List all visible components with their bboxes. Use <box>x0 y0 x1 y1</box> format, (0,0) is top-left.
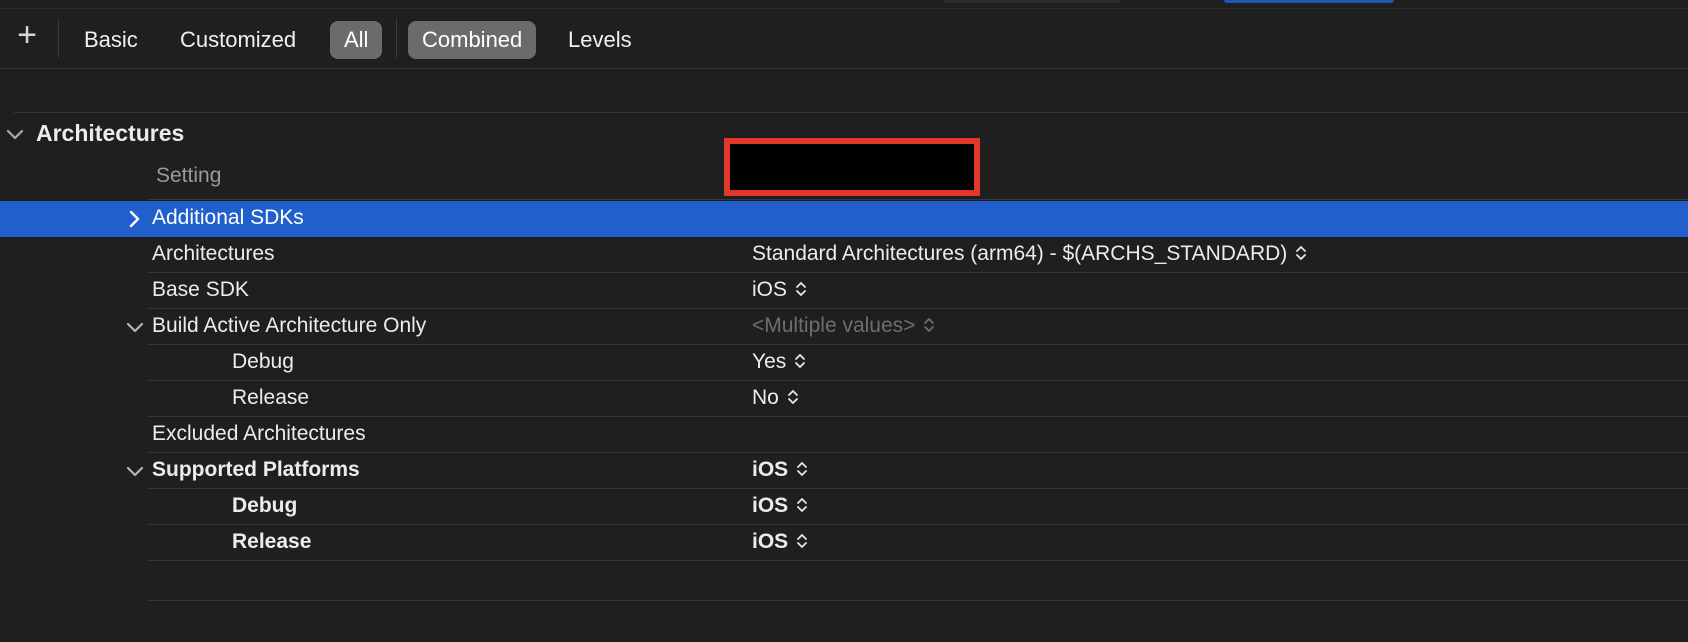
setting-value[interactable]: iOS <box>752 494 808 518</box>
setting-label: Base SDK <box>152 278 249 301</box>
setting-value[interactable]: iOS <box>752 278 807 302</box>
chevron-down-icon[interactable] <box>126 465 144 479</box>
setting-value[interactable]: iOS <box>752 530 808 554</box>
chevron-down-icon[interactable] <box>126 321 144 335</box>
plus-icon: + <box>17 16 37 54</box>
top-search-field-edge <box>944 0 1120 3</box>
setting-row-supported-platforms-debug[interactable]: Debug iOS <box>148 489 1688 525</box>
setting-value[interactable]: Standard Architectures (arm64) - $(ARCHS… <box>752 242 1307 266</box>
setting-row-supported-platforms-release[interactable]: Release iOS <box>148 525 1688 561</box>
column-header-setting: Setting <box>156 164 222 187</box>
setting-value[interactable]: <Multiple values> <box>752 314 935 338</box>
setting-label: Debug <box>232 494 298 517</box>
setting-value[interactable]: Yes <box>752 350 806 374</box>
stepper-icon <box>1296 246 1307 260</box>
stepper-icon <box>797 462 808 476</box>
setting-label: Build Active Architecture Only <box>152 314 427 337</box>
top-accent-button-edge <box>1224 0 1394 3</box>
setting-label: Additional SDKs <box>152 206 304 229</box>
stepper-icon <box>797 498 808 512</box>
section-top-divider <box>14 112 1688 113</box>
tab-all[interactable]: All <box>330 21 383 59</box>
redacted-column-header <box>724 138 980 196</box>
add-setting-button[interactable]: + <box>12 18 42 52</box>
tab-customized[interactable]: Customized <box>166 21 310 59</box>
header-bottom-divider <box>148 199 1688 200</box>
setting-label: Supported Platforms <box>152 458 360 481</box>
toolbar-bottom-divider <box>0 68 1688 69</box>
setting-row-base-sdk[interactable]: Base SDK iOS <box>148 273 1688 309</box>
table-bottom-divider <box>148 600 1688 601</box>
setting-value[interactable]: iOS <box>752 458 808 482</box>
tab-combined[interactable]: Combined <box>408 21 537 59</box>
stepper-icon <box>924 318 935 332</box>
setting-row-debug[interactable]: Debug Yes <box>148 345 1688 381</box>
section-title: Architectures <box>36 120 185 146</box>
stepper-icon <box>795 354 806 368</box>
stepper-icon <box>796 282 806 296</box>
setting-label: Debug <box>232 350 294 373</box>
setting-row-excluded-architectures[interactable]: Excluded Architectures <box>148 417 1688 453</box>
setting-row-release[interactable]: Release No <box>148 381 1688 417</box>
section-collapse-chevron-icon[interactable] <box>6 128 24 142</box>
stepper-icon <box>797 534 808 548</box>
setting-value[interactable]: No <box>752 386 799 410</box>
tab-basic[interactable]: Basic <box>70 21 152 59</box>
setting-row-additional-sdks[interactable]: Additional SDKs <box>0 201 1688 237</box>
top-divider <box>0 8 1688 9</box>
setting-label: Release <box>232 530 312 553</box>
setting-label: Release <box>232 386 310 409</box>
toolbar-separator-2 <box>396 18 397 58</box>
setting-row-supported-platforms[interactable]: Supported Platforms iOS <box>126 453 1688 489</box>
tab-levels[interactable]: Levels <box>554 21 646 59</box>
setting-row-build-active-architecture-only[interactable]: Build Active Architecture Only <Multiple… <box>126 309 1688 345</box>
setting-label: Excluded Architectures <box>152 422 366 445</box>
toolbar-separator <box>58 18 59 58</box>
setting-label: Architectures <box>152 242 275 265</box>
stepper-icon <box>787 390 798 404</box>
setting-row-architectures[interactable]: Architectures Standard Architectures (ar… <box>148 237 1688 273</box>
chevron-right-icon[interactable] <box>128 210 142 228</box>
